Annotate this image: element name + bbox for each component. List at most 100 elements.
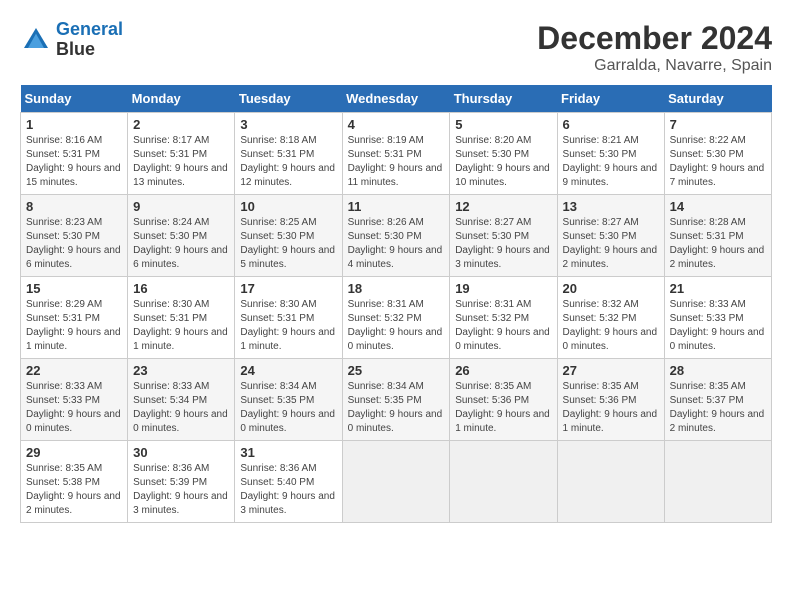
calendar-week-1: 1 Sunrise: 8:16 AM Sunset: 5:31 PM Daylig…: [21, 113, 772, 195]
day-info: Sunrise: 8:32 AM Sunset: 5:32 PM Dayligh…: [563, 298, 659, 354]
day-number: 8: [26, 199, 122, 214]
calendar-cell: 20 Sunrise: 8:32 AM Sunset: 5:32 PM Dayli…: [557, 277, 664, 359]
day-number: 25: [348, 363, 445, 378]
day-info: Sunrise: 8:30 AM Sunset: 5:31 PM Dayligh…: [133, 298, 229, 354]
calendar-header-row: SundayMondayTuesdayWednesdayThursdayFrid…: [21, 85, 772, 113]
day-number: 2: [133, 117, 229, 132]
calendar-cell: 27Sunrise: 8:35 AM Sunset: 5:36 PM Dayli…: [557, 359, 664, 441]
day-info: Sunrise: 8:35 AM Sunset: 5:36 PM Dayligh…: [455, 380, 551, 436]
day-number: 1: [26, 117, 122, 132]
header-thursday: Thursday: [450, 85, 557, 113]
day-info: Sunrise: 8:26 AM Sunset: 5:30 PM Dayligh…: [348, 216, 445, 272]
calendar-cell: [664, 441, 771, 523]
day-info: Sunrise: 8:27 AM Sunset: 5:30 PM Dayligh…: [455, 216, 551, 272]
page-header: GeneralBlue December 2024 Garralda, Nava…: [20, 20, 772, 75]
calendar-cell: 23 Sunrise: 8:33 AM Sunset: 5:34 PM Dayli…: [128, 359, 235, 441]
day-number: 11: [348, 199, 445, 214]
day-info: Sunrise: 8:27 AM Sunset: 5:30 PM Dayligh…: [563, 216, 659, 272]
calendar-cell: 14Sunrise: 8:28 AM Sunset: 5:31 PM Dayli…: [664, 195, 771, 277]
calendar-cell: 21Sunrise: 8:33 AM Sunset: 5:33 PM Dayli…: [664, 277, 771, 359]
day-info: Sunrise: 8:20 AM Sunset: 5:30 PM Dayligh…: [455, 134, 551, 190]
calendar-cell: 18Sunrise: 8:31 AM Sunset: 5:32 PM Dayli…: [342, 277, 450, 359]
day-number: 3: [240, 117, 336, 132]
day-number: 30: [133, 445, 229, 460]
day-info: Sunrise: 8:16 AM Sunset: 5:31 PM Dayligh…: [26, 134, 122, 190]
day-number: 26: [455, 363, 551, 378]
day-info: Sunrise: 8:36 AM Sunset: 5:39 PM Dayligh…: [133, 462, 229, 518]
calendar-cell: 6 Sunrise: 8:21 AM Sunset: 5:30 PM Daylig…: [557, 113, 664, 195]
header-tuesday: Tuesday: [235, 85, 342, 113]
day-number: 9: [133, 199, 229, 214]
day-info: Sunrise: 8:35 AM Sunset: 5:38 PM Dayligh…: [26, 462, 122, 518]
calendar-cell: 8 Sunrise: 8:23 AM Sunset: 5:30 PM Daylig…: [21, 195, 128, 277]
calendar-table: SundayMondayTuesdayWednesdayThursdayFrid…: [20, 85, 772, 523]
calendar-cell: 4Sunrise: 8:19 AM Sunset: 5:31 PM Daylig…: [342, 113, 450, 195]
day-number: 24: [240, 363, 336, 378]
calendar-cell: 22 Sunrise: 8:33 AM Sunset: 5:33 PM Dayli…: [21, 359, 128, 441]
day-number: 10: [240, 199, 336, 214]
header-friday: Friday: [557, 85, 664, 113]
calendar-cell: 24Sunrise: 8:34 AM Sunset: 5:35 PM Dayli…: [235, 359, 342, 441]
day-number: 28: [670, 363, 766, 378]
day-info: Sunrise: 8:33 AM Sunset: 5:33 PM Dayligh…: [26, 380, 122, 436]
calendar-cell: 17 Sunrise: 8:30 AM Sunset: 5:31 PM Dayli…: [235, 277, 342, 359]
logo-icon: [20, 24, 52, 56]
day-info: Sunrise: 8:33 AM Sunset: 5:33 PM Dayligh…: [670, 298, 766, 354]
calendar-cell: 9 Sunrise: 8:24 AM Sunset: 5:30 PM Daylig…: [128, 195, 235, 277]
day-info: Sunrise: 8:24 AM Sunset: 5:30 PM Dayligh…: [133, 216, 229, 272]
calendar-week-5: 29 Sunrise: 8:35 AM Sunset: 5:38 PM Dayli…: [21, 441, 772, 523]
header-wednesday: Wednesday: [342, 85, 450, 113]
day-number: 5: [455, 117, 551, 132]
location: Garralda, Navarre, Spain: [537, 57, 772, 75]
day-info: Sunrise: 8:23 AM Sunset: 5:30 PM Dayligh…: [26, 216, 122, 272]
calendar-cell: 13Sunrise: 8:27 AM Sunset: 5:30 PM Dayli…: [557, 195, 664, 277]
day-number: 20: [563, 281, 659, 296]
header-sunday: Sunday: [21, 85, 128, 113]
calendar-cell: 2Sunrise: 8:17 AM Sunset: 5:31 PM Daylig…: [128, 113, 235, 195]
day-info: Sunrise: 8:25 AM Sunset: 5:30 PM Dayligh…: [240, 216, 336, 272]
calendar-cell: 26 Sunrise: 8:35 AM Sunset: 5:36 PM Dayli…: [450, 359, 557, 441]
day-info: Sunrise: 8:30 AM Sunset: 5:31 PM Dayligh…: [240, 298, 336, 354]
day-info: Sunrise: 8:31 AM Sunset: 5:32 PM Dayligh…: [455, 298, 551, 354]
logo-text: GeneralBlue: [56, 20, 123, 60]
calendar-cell: 11 Sunrise: 8:26 AM Sunset: 5:30 PM Dayli…: [342, 195, 450, 277]
day-number: 12: [455, 199, 551, 214]
day-number: 31: [240, 445, 336, 460]
calendar-cell: 3 Sunrise: 8:18 AM Sunset: 5:31 PM Daylig…: [235, 113, 342, 195]
day-number: 17: [240, 281, 336, 296]
day-number: 29: [26, 445, 122, 460]
day-number: 22: [26, 363, 122, 378]
calendar-cell: 16 Sunrise: 8:30 AM Sunset: 5:31 PM Dayli…: [128, 277, 235, 359]
calendar-cell: 28Sunrise: 8:35 AM Sunset: 5:37 PM Dayli…: [664, 359, 771, 441]
day-number: 15: [26, 281, 122, 296]
title-block: December 2024 Garralda, Navarre, Spain: [537, 20, 772, 75]
calendar-week-3: 15 Sunrise: 8:29 AM Sunset: 5:31 PM Dayli…: [21, 277, 772, 359]
day-number: 7: [670, 117, 766, 132]
day-info: Sunrise: 8:21 AM Sunset: 5:30 PM Dayligh…: [563, 134, 659, 190]
calendar-cell: 25 Sunrise: 8:34 AM Sunset: 5:35 PM Dayli…: [342, 359, 450, 441]
calendar-cell: 12 Sunrise: 8:27 AM Sunset: 5:30 PM Dayli…: [450, 195, 557, 277]
day-info: Sunrise: 8:34 AM Sunset: 5:35 PM Dayligh…: [348, 380, 445, 436]
calendar-cell: 15 Sunrise: 8:29 AM Sunset: 5:31 PM Dayli…: [21, 277, 128, 359]
day-info: Sunrise: 8:19 AM Sunset: 5:31 PM Dayligh…: [348, 134, 445, 190]
calendar-cell: 31 Sunrise: 8:36 AM Sunset: 5:40 PM Dayli…: [235, 441, 342, 523]
day-info: Sunrise: 8:35 AM Sunset: 5:36 PM Dayligh…: [563, 380, 659, 436]
day-info: Sunrise: 8:18 AM Sunset: 5:31 PM Dayligh…: [240, 134, 336, 190]
calendar-cell: [557, 441, 664, 523]
day-number: 23: [133, 363, 229, 378]
calendar-cell: 1 Sunrise: 8:16 AM Sunset: 5:31 PM Daylig…: [21, 113, 128, 195]
header-monday: Monday: [128, 85, 235, 113]
calendar-cell: [342, 441, 450, 523]
calendar-cell: 10 Sunrise: 8:25 AM Sunset: 5:30 PM Dayli…: [235, 195, 342, 277]
logo: GeneralBlue: [20, 20, 123, 60]
day-number: 6: [563, 117, 659, 132]
calendar-cell: 30 Sunrise: 8:36 AM Sunset: 5:39 PM Dayli…: [128, 441, 235, 523]
day-info: Sunrise: 8:36 AM Sunset: 5:40 PM Dayligh…: [240, 462, 336, 518]
day-info: Sunrise: 8:33 AM Sunset: 5:34 PM Dayligh…: [133, 380, 229, 436]
calendar-cell: 19Sunrise: 8:31 AM Sunset: 5:32 PM Dayli…: [450, 277, 557, 359]
day-info: Sunrise: 8:29 AM Sunset: 5:31 PM Dayligh…: [26, 298, 122, 354]
calendar-cell: 7Sunrise: 8:22 AM Sunset: 5:30 PM Daylig…: [664, 113, 771, 195]
day-number: 16: [133, 281, 229, 296]
calendar-cell: 29 Sunrise: 8:35 AM Sunset: 5:38 PM Dayli…: [21, 441, 128, 523]
calendar-cell: [450, 441, 557, 523]
